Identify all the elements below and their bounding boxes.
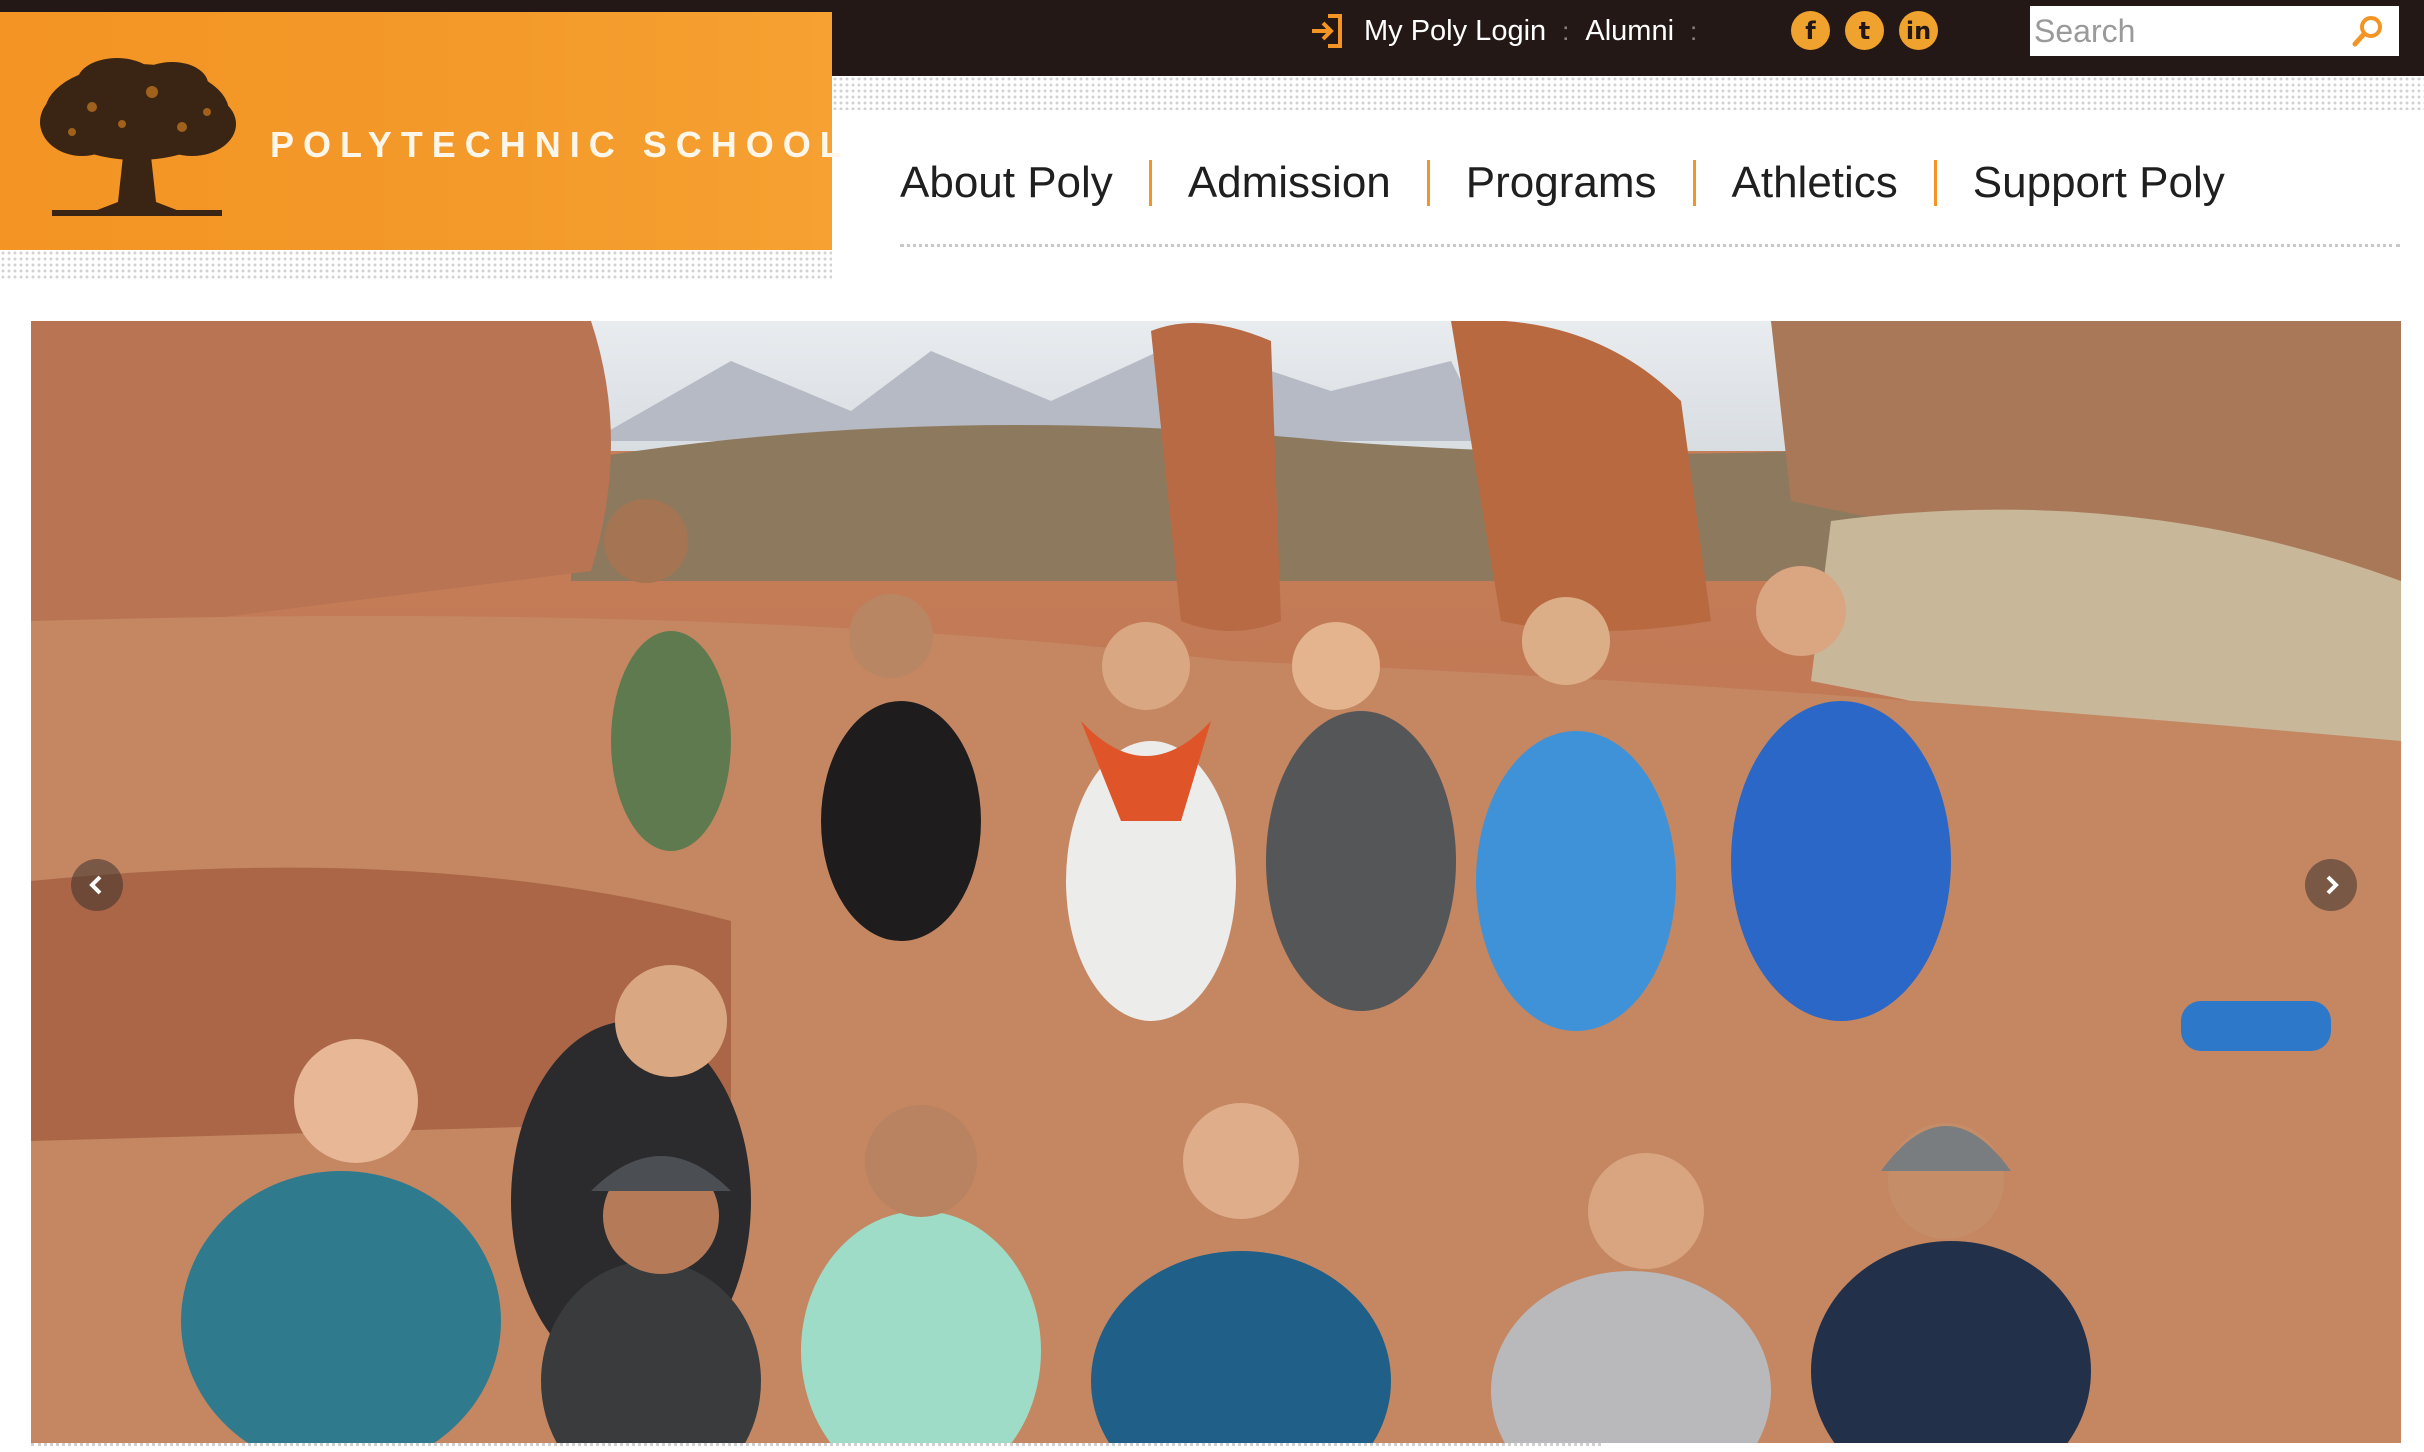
- hero-bottom-rule: [31, 1443, 1601, 1450]
- nav-item-about-poly[interactable]: About Poly: [900, 158, 1113, 208]
- search-box: [2030, 6, 2399, 56]
- sign-in-icon[interactable]: [1306, 11, 1346, 51]
- dotted-strip: [832, 76, 2424, 110]
- nav-divider: [1692, 160, 1696, 206]
- chevron-left-icon: [89, 875, 102, 895]
- slideshow-prev-button[interactable]: [71, 859, 123, 911]
- nav-divider: [1426, 160, 1430, 206]
- school-logo[interactable]: POLYTECHNIC SCHOOL: [0, 12, 842, 250]
- separator: :: [1562, 15, 1570, 46]
- dotted-strip: [0, 250, 832, 280]
- facebook-icon[interactable]: f: [1791, 11, 1830, 50]
- hero-slideshow[interactable]: [31, 321, 2401, 1443]
- oak-tree-icon: [40, 58, 236, 216]
- social-links: f t in: [1791, 11, 1938, 50]
- chevron-right-icon: [2326, 875, 2339, 895]
- slideshow-next-button[interactable]: [2305, 859, 2357, 911]
- separator: :: [1690, 15, 1698, 46]
- school-name: POLYTECHNIC SCHOOL: [270, 124, 851, 165]
- nav-divider: [1148, 160, 1152, 206]
- nav-item-support-poly[interactable]: Support Poly: [1973, 158, 2225, 208]
- main-nav: About Poly Admission Programs Athletics …: [900, 148, 2225, 218]
- twitter-icon[interactable]: t: [1845, 11, 1884, 50]
- linkedin-icon[interactable]: in: [1899, 11, 1938, 50]
- hero-image: [31, 321, 2401, 1443]
- nav-divider: [1933, 160, 1937, 206]
- nav-divider-line: [900, 244, 2400, 250]
- utility-nav: My Poly Login : Alumni :: [1306, 0, 1713, 62]
- search-icon[interactable]: [2351, 14, 2385, 48]
- nav-item-programs[interactable]: Programs: [1466, 158, 1657, 208]
- nav-item-admission[interactable]: Admission: [1188, 158, 1391, 208]
- nav-item-athletics[interactable]: Athletics: [1732, 158, 1898, 208]
- alumni-link[interactable]: Alumni: [1585, 15, 1674, 48]
- my-poly-login-link[interactable]: My Poly Login: [1364, 15, 1546, 48]
- search-input[interactable]: [2030, 9, 2338, 53]
